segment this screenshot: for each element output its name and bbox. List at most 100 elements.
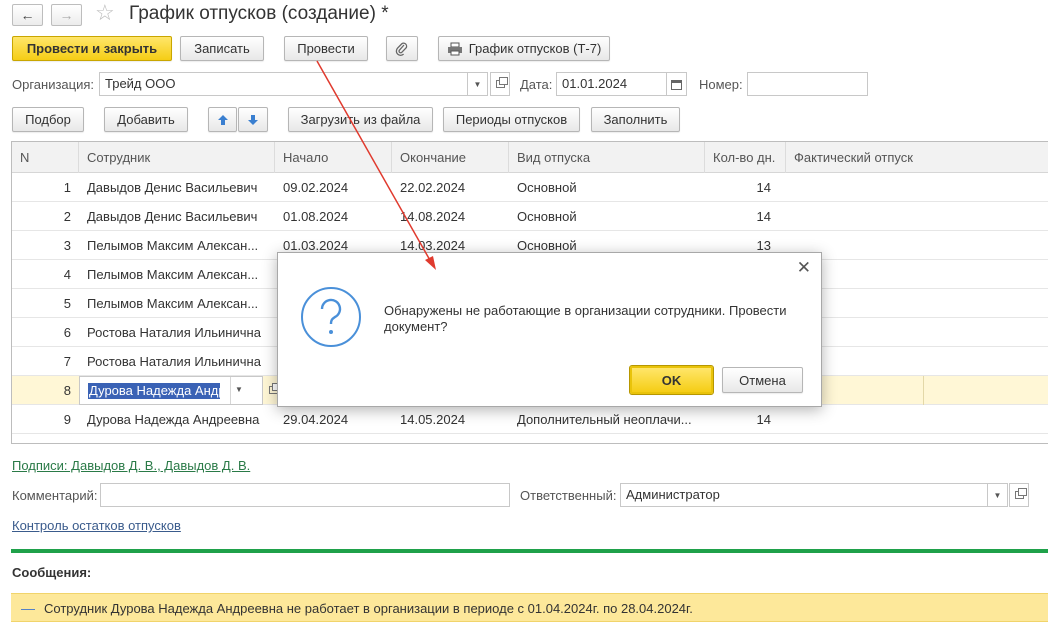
cell-n: 2 xyxy=(63,209,71,224)
move-down-button[interactable] xyxy=(238,107,268,132)
cell-employee: Ростова Наталия Ильинична xyxy=(87,354,261,369)
fill-button[interactable]: Заполнить xyxy=(591,107,680,132)
cell-start: 09.02.2024 xyxy=(283,180,349,195)
dialog-question-line2: документ? xyxy=(384,319,448,334)
collapse-dash-icon[interactable]: — xyxy=(21,600,35,616)
number-field[interactable] xyxy=(747,72,868,96)
responsible-label: Ответственный: xyxy=(520,488,617,503)
cell-n: 7 xyxy=(63,354,71,369)
column-header-days[interactable]: Кол-во дн. xyxy=(705,142,786,173)
message-item[interactable]: — Сотрудник Дурова Надежда Андреевна не … xyxy=(11,593,1048,622)
post-button[interactable]: Провести xyxy=(284,36,368,61)
date-field[interactable]: 01.01.2024 xyxy=(556,72,667,96)
column-header-n[interactable]: N xyxy=(12,142,79,173)
paperclip-icon xyxy=(395,42,408,56)
chevron-down-icon: ▼ xyxy=(473,79,482,89)
load-from-file-button[interactable]: Загрузить из файла xyxy=(288,107,433,132)
cell-employee: Дурова Надежда Андреевна xyxy=(87,412,260,427)
organization-field[interactable]: Трейд ООО xyxy=(99,72,468,96)
arrow-right-icon: → xyxy=(59,7,74,23)
back-button[interactable]: ← xyxy=(12,4,43,26)
table-header: N Сотрудник Начало Окончание Вид отпуска… xyxy=(12,142,1048,173)
cell-employee: Пелымов Максим Алексан... xyxy=(87,296,259,311)
dialog-question-line1: Обнаружены не работающие в организации с… xyxy=(384,303,787,318)
printer-icon xyxy=(447,42,462,55)
pick-button[interactable]: Подбор xyxy=(12,107,84,132)
number-label: Номер: xyxy=(699,77,743,92)
table-row[interactable]: 9 Дурова Надежда Андреевна 29.04.2024 14… xyxy=(12,405,1048,434)
move-up-button[interactable] xyxy=(208,107,237,132)
chevron-down-icon[interactable]: ▼ xyxy=(235,385,243,394)
comment-label: Комментарий: xyxy=(12,488,98,503)
attachments-button[interactable] xyxy=(386,36,418,61)
calendar-icon xyxy=(671,79,682,90)
column-header-employee[interactable]: Сотрудник xyxy=(79,142,275,173)
organization-open-button[interactable] xyxy=(490,72,510,96)
cancel-button[interactable]: Отмена xyxy=(722,367,803,393)
employee-edit-field[interactable]: Дурова Надежда Андр ▼ xyxy=(79,376,263,405)
cell-n: 3 xyxy=(63,238,71,253)
message-text: Сотрудник Дурова Надежда Андреевна не ра… xyxy=(44,601,693,616)
cell-type: Дополнительный неоплачи... xyxy=(517,412,692,427)
calendar-button[interactable] xyxy=(667,72,687,96)
cell-employee: Давыдов Денис Васильевич xyxy=(87,209,258,224)
cell-start: 29.04.2024 xyxy=(283,412,349,427)
vacation-periods-button[interactable]: Периоды отпусков xyxy=(443,107,580,132)
cell-employee: Пелымов Максим Алексан... xyxy=(87,267,259,282)
column-header-start[interactable]: Начало xyxy=(275,142,392,173)
responsible-dropdown[interactable]: ▼ xyxy=(988,483,1008,507)
date-label: Дата: xyxy=(520,77,553,92)
cell-days: 14 xyxy=(756,209,771,224)
favorite-star-icon[interactable]: ☆ xyxy=(95,2,115,24)
cell-n: 1 xyxy=(63,180,71,195)
cell-type: Основной xyxy=(517,180,577,195)
cell-end: 14.05.2024 xyxy=(400,412,466,427)
arrow-left-icon: ← xyxy=(20,7,35,23)
cell-n: 9 xyxy=(63,412,71,427)
responsible-field[interactable]: Администратор xyxy=(620,483,988,507)
divider xyxy=(923,376,924,405)
forward-button[interactable]: → xyxy=(51,4,82,26)
cell-n: 5 xyxy=(63,296,71,311)
cell-days: 14 xyxy=(756,412,771,427)
cell-start: 01.08.2024 xyxy=(283,209,349,224)
table-row[interactable]: 2 Давыдов Денис Васильевич 01.08.2024 14… xyxy=(12,202,1048,231)
print-schedule-button[interactable]: График отпусков (Т-7) xyxy=(438,36,610,61)
column-header-type[interactable]: Вид отпуска xyxy=(509,142,705,173)
question-icon xyxy=(301,287,361,347)
cell-n: 4 xyxy=(63,267,71,282)
organization-label: Организация: xyxy=(12,77,95,92)
divider xyxy=(230,377,231,404)
ok-button[interactable]: OK xyxy=(629,365,714,395)
column-header-actual[interactable]: Фактический отпуск xyxy=(786,142,1048,173)
cell-type: Основной xyxy=(517,209,577,224)
comment-field[interactable] xyxy=(100,483,510,507)
cell-employee: Давыдов Денис Васильевич xyxy=(87,180,258,195)
arrow-down-icon xyxy=(248,114,258,125)
column-header-end[interactable]: Окончание xyxy=(392,142,509,173)
print-schedule-label: График отпусков (Т-7) xyxy=(468,41,602,56)
messages-title: Сообщения: xyxy=(12,565,92,580)
chevron-down-icon: ▼ xyxy=(993,490,1002,500)
page-title: График отпусков (создание) * xyxy=(129,3,389,24)
divider xyxy=(11,549,1048,553)
cell-n: 8 xyxy=(63,383,71,398)
close-icon[interactable]: ✕ xyxy=(797,259,811,276)
post-and-close-button[interactable]: Провести и закрыть xyxy=(12,36,172,61)
confirm-dialog: ✕ Обнаружены не работающие в организации… xyxy=(277,252,822,407)
add-button[interactable]: Добавить xyxy=(104,107,188,132)
table-row[interactable]: 1 Давыдов Денис Васильевич 09.02.2024 22… xyxy=(12,173,1048,202)
arrow-up-icon xyxy=(217,114,228,125)
cell-employee-selected-text: Дурова Надежда Андр xyxy=(88,383,220,399)
open-form-icon xyxy=(1014,488,1027,499)
signatures-link[interactable]: Подписи: Давыдов Д. В., Давыдов Д. В. xyxy=(12,458,250,473)
organization-dropdown[interactable]: ▼ xyxy=(468,72,488,96)
save-button[interactable]: Записать xyxy=(180,36,264,61)
cell-employee: Пелымов Максим Алексан... xyxy=(87,238,259,253)
responsible-open-button[interactable] xyxy=(1009,483,1029,507)
cell-end: 14.08.2024 xyxy=(400,209,466,224)
open-form-icon xyxy=(495,77,508,88)
vacation-balance-link[interactable]: Контроль остатков отпусков xyxy=(12,518,181,533)
cell-days: 14 xyxy=(756,180,771,195)
cell-employee: Ростова Наталия Ильинична xyxy=(87,325,261,340)
